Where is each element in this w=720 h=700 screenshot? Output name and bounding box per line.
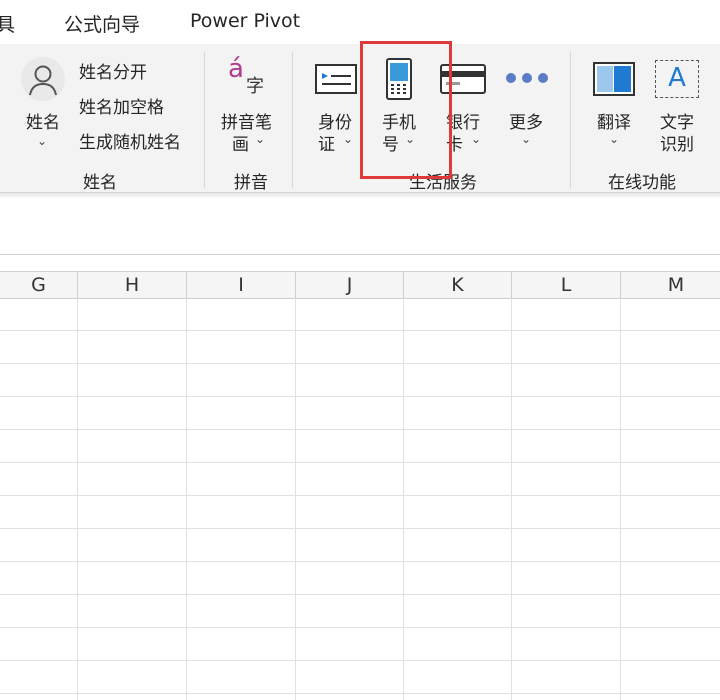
grid-vline <box>403 298 404 700</box>
id-card-icon <box>315 64 357 94</box>
pinyin-icon-char: 字 <box>246 76 264 97</box>
ocr-label-2: 识别 <box>660 135 694 155</box>
ocr-icon-letter: A <box>668 63 686 93</box>
chevron-down-icon: ⌄ <box>343 132 354 146</box>
ocr-icon: A <box>655 60 699 98</box>
group-divider <box>292 52 293 188</box>
pinyin-group-label: 拼音 <box>234 173 268 193</box>
ribbon-tab-bar: 具 公式向导 Power Pivot <box>0 0 720 44</box>
split-name-button[interactable]: 姓名分开 <box>79 58 147 83</box>
grid-hline <box>0 627 720 628</box>
pinyin-icon: á <box>228 54 244 84</box>
random-name-button[interactable]: 生成随机姓名 <box>79 128 181 153</box>
user-icon <box>21 57 65 101</box>
grid-hline <box>0 495 720 496</box>
tab-power-pivot[interactable]: Power Pivot <box>190 10 300 32</box>
name-group-label: 姓名 <box>83 173 117 193</box>
grid-hline <box>0 429 720 430</box>
column-header-row: G H I J K L M <box>0 271 720 299</box>
grid-hline <box>0 330 720 331</box>
column-header-k[interactable]: K <box>404 272 512 298</box>
grid-hline <box>0 396 720 397</box>
grid-hline <box>0 561 720 562</box>
online-functions-group-label: 在线功能 <box>608 173 676 193</box>
column-header-i[interactable]: I <box>187 272 296 298</box>
more-label: 更多 <box>509 113 543 133</box>
grid-vline <box>620 298 621 700</box>
chevron-down-icon: ⌄ <box>255 132 266 146</box>
column-header-m[interactable]: M <box>621 272 720 298</box>
chevron-down-icon: ⌄ <box>471 132 482 146</box>
grid-vline <box>511 298 512 700</box>
more-dots-icon <box>506 73 548 83</box>
group-divider <box>570 52 571 188</box>
formula-bar[interactable] <box>0 200 720 255</box>
column-header-g[interactable]: G <box>0 272 78 298</box>
translate-icon <box>593 62 635 96</box>
tab-tools[interactable]: 具 <box>0 10 15 37</box>
translate-label: 翻译 <box>597 113 631 133</box>
pinyin-stroke-label-2: 画 <box>232 135 249 155</box>
column-header-h[interactable]: H <box>78 272 187 298</box>
grid-vline <box>186 298 187 700</box>
id-card-label-2: 证 <box>318 135 335 155</box>
grid-hline <box>0 594 720 595</box>
grid-hline <box>0 693 720 694</box>
name-button-label: 姓名 <box>26 113 60 133</box>
grid-hline <box>0 528 720 529</box>
column-header-j[interactable]: J <box>296 272 404 298</box>
grid-hline <box>0 660 720 661</box>
grid-hline <box>0 462 720 463</box>
grid-vline <box>295 298 296 700</box>
chevron-down-icon: ⌄ <box>37 134 48 148</box>
chevron-down-icon: ⌄ <box>521 132 532 146</box>
group-divider <box>204 52 205 188</box>
highlight-box <box>360 41 452 179</box>
grid-hline <box>0 363 720 364</box>
chevron-down-icon: ⌄ <box>609 132 620 146</box>
name-add-space-button[interactable]: 姓名加空格 <box>79 93 164 118</box>
tab-formula-wizard[interactable]: 公式向导 <box>64 10 140 37</box>
grid-vline <box>77 298 78 700</box>
column-header-l[interactable]: L <box>512 272 621 298</box>
ribbon-shadow <box>0 193 720 199</box>
